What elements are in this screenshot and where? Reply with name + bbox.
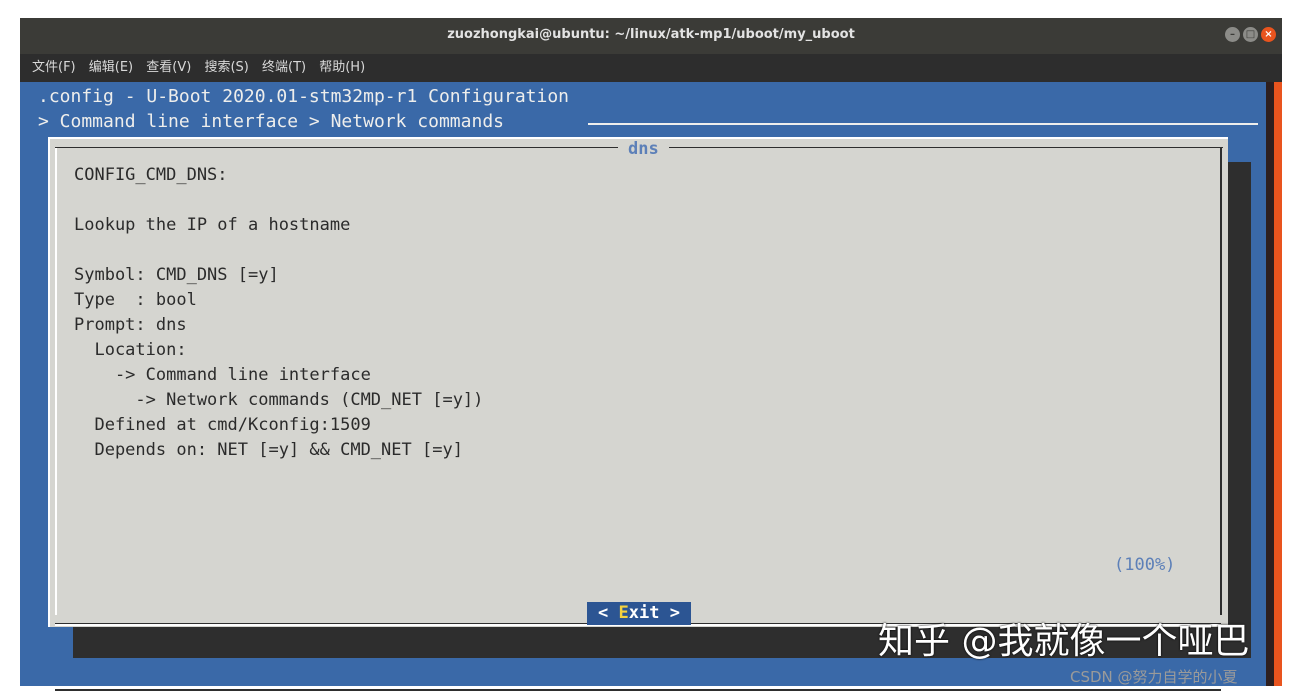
window-edge: [1274, 82, 1282, 686]
maximize-icon[interactable]: □: [1243, 27, 1258, 42]
help-line: Defined at cmd/Kconfig:1509: [74, 415, 371, 435]
menu-item-edit[interactable]: 编辑(E): [89, 60, 133, 75]
window-title: zuozhongkai@ubuntu: ~/linux/atk-mp1/uboo…: [447, 27, 855, 42]
scroll-percent: (100%): [1108, 555, 1182, 575]
top-edge-strip: [0, 0, 1298, 20]
dialog-title: dns: [618, 139, 669, 159]
help-line: Lookup the IP of a hostname: [74, 215, 351, 235]
help-dialog: dns CONFIG_CMD_DNS: Lookup the IP of a h…: [48, 137, 1228, 691]
window-controls: – □ ×: [1225, 27, 1276, 42]
breadcrumb-rule: [588, 123, 1258, 125]
exit-button-left: <: [598, 603, 619, 623]
terminal-area[interactable]: .config - U-Boot 2020.01-stm32mp-r1 Conf…: [20, 82, 1282, 691]
inner-border-left: [55, 147, 57, 615]
terminal-window: zuozhongkai@ubuntu: ~/linux/atk-mp1/uboo…: [20, 18, 1282, 691]
menu-item-file[interactable]: 文件(F): [32, 60, 76, 75]
menu-item-terminal[interactable]: 终端(T): [262, 60, 306, 75]
exit-button-rest: xit: [628, 603, 660, 623]
close-icon[interactable]: ×: [1261, 27, 1276, 42]
config-title: .config - U-Boot 2020.01-stm32mp-r1 Conf…: [38, 86, 570, 107]
help-line: Depends on: NET [=y] && CMD_NET [=y]: [74, 440, 463, 460]
exit-button[interactable]: < Exit >: [587, 602, 691, 625]
help-line: -> Network commands (CMD_NET [=y]): [74, 390, 484, 410]
title-bar: zuozhongkai@ubuntu: ~/linux/atk-mp1/uboo…: [20, 18, 1282, 54]
help-line: Symbol: CMD_DNS [=y]: [74, 265, 279, 285]
help-line: Prompt: dns: [74, 315, 187, 335]
zhihu-watermark: 知乎 @我就像一个哑巴: [878, 621, 1250, 662]
help-line: Location:: [74, 340, 187, 360]
menu-item-view[interactable]: 查看(V): [146, 60, 191, 75]
dialog-border-left: [48, 137, 50, 627]
menu-bar: 文件(F) 编辑(E) 查看(V) 搜索(S) 终端(T) 帮助(H): [20, 54, 1282, 82]
help-line: -> Command line interface: [74, 365, 371, 385]
csdn-watermark: CSDN @努力自学的小夏: [1070, 668, 1238, 686]
help-line: CONFIG_CMD_DNS:: [74, 165, 228, 185]
terminal-scrollbar-track[interactable]: [1266, 82, 1274, 686]
exit-button-right: >: [659, 603, 680, 623]
minimize-icon[interactable]: –: [1225, 27, 1240, 42]
inner-border-right: [1220, 147, 1222, 615]
exit-hotkey: E: [618, 603, 629, 623]
inner-border-bottom: [55, 689, 1221, 691]
breadcrumb: > Command line interface > Network comma…: [38, 111, 504, 132]
menu-item-search[interactable]: 搜索(S): [204, 60, 248, 75]
help-line: Type : bool: [74, 290, 197, 310]
menu-item-help[interactable]: 帮助(H): [319, 60, 365, 75]
